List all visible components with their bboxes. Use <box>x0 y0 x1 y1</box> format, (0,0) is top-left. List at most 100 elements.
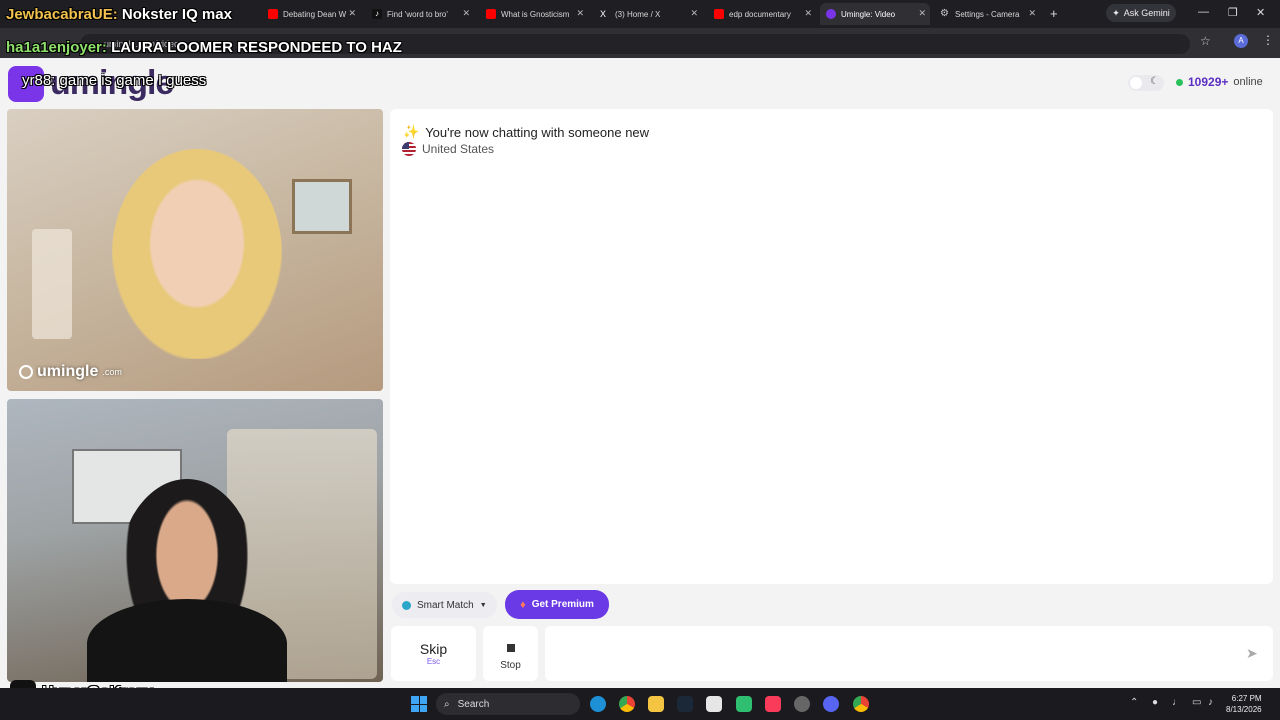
chat-panel: ✨ You're now chatting with someone new U… <box>390 109 1273 584</box>
new-tab-button[interactable]: + <box>1050 6 1058 21</box>
sparkle-icon: ✨ <box>403 124 420 139</box>
tiktok-icon: ♪ <box>372 9 382 19</box>
chat-username: ha1a1enjoyer: <box>6 39 107 56</box>
umingle-page: umingle ☾ 10929+ online umingle .com ✨ Y… <box>0 58 1280 688</box>
windows-start-icon[interactable] <box>411 696 427 712</box>
tab-label: Debating Dean W <box>283 9 347 19</box>
chrome-icon[interactable] <box>619 696 635 712</box>
toggle-knob <box>1130 77 1142 89</box>
globe-icon <box>402 600 411 610</box>
minimize-icon[interactable]: — <box>1198 6 1209 18</box>
discord-icon[interactable] <box>823 696 839 712</box>
self-video <box>7 399 383 682</box>
chat-status: ✨ You're now chatting with someone new <box>403 124 649 140</box>
chat-text: LAURA LOOMER RESPONDEED TO HAZ <box>111 39 402 56</box>
flame-icon: ♦ <box>520 598 526 611</box>
taskbar-search[interactable]: ⌕ Search <box>436 693 580 715</box>
ask-gemini-button[interactable]: ✦ Ask Gemini <box>1106 4 1176 22</box>
tab-umingle[interactable]: Umingle: Video ✕ <box>820 3 930 25</box>
wall-painting <box>292 179 352 234</box>
tab-edp-documentary[interactable]: edp documentary ✕ <box>708 3 816 25</box>
stream-chat-message: ha1a1enjoyer: LAURA LOOMER RESPONDEED TO… <box>6 39 402 56</box>
send-icon[interactable]: ➤ <box>1246 645 1258 662</box>
volume-icon[interactable]: ♪ <box>1208 697 1213 708</box>
tray-app-icon[interactable]: ● <box>1152 697 1158 708</box>
clock-date: 8/13/2026 <box>1226 705 1262 714</box>
chat-username: JewbacabraUE: <box>6 6 118 23</box>
network-icon[interactable]: ▭ <box>1192 697 1201 708</box>
stream-chat-message: JewbacabraUE: Nokster IQ max <box>6 6 232 23</box>
stranger-person <box>112 149 282 359</box>
door <box>32 229 72 339</box>
restore-icon[interactable]: ❐ <box>1228 6 1238 19</box>
tab-label: What is Gnosticism <box>501 9 570 19</box>
youtube-icon <box>268 9 278 19</box>
obs-icon[interactable] <box>794 696 810 712</box>
chrome-icon[interactable] <box>853 696 869 712</box>
tab-label: (3) Home / X <box>615 9 661 19</box>
get-premium-button[interactable]: ♦ Get Premium <box>505 590 609 619</box>
close-icon[interactable]: ✕ <box>576 8 584 19</box>
taskbar-clock[interactable]: 6:27 PM 8/13/2026 <box>1226 693 1262 715</box>
caret-down-icon: ▼ <box>479 601 487 609</box>
umingle-watermark-icon <box>19 365 33 379</box>
tab-settings-camera[interactable]: ⚙ Settings - Camera ✕ <box>934 3 1040 25</box>
ask-gemini-label: Ask Gemini <box>1123 8 1170 18</box>
profile-avatar[interactable]: A <box>1234 34 1248 48</box>
file-explorer-icon[interactable] <box>648 696 664 712</box>
skip-shortcut: Esc <box>426 657 441 666</box>
steam-icon[interactable] <box>677 696 693 712</box>
tab-label: Find 'word to bro' <box>387 9 448 19</box>
menu-kebab-icon[interactable]: ⋮ <box>1262 33 1274 47</box>
chevron-up-icon[interactable]: ⌃ <box>1130 697 1138 708</box>
close-icon[interactable]: ✕ <box>1028 8 1036 19</box>
umingle-icon <box>826 9 836 19</box>
music-icon[interactable] <box>765 696 781 712</box>
message-input[interactable] <box>545 626 1273 681</box>
tab-label: edp documentary <box>729 9 791 19</box>
capcut-icon[interactable] <box>706 696 722 712</box>
x-icon: X <box>600 9 607 19</box>
clock-time: 6:27 PM <box>1231 694 1262 703</box>
close-window-icon[interactable]: ✕ <box>1256 6 1265 19</box>
tab-find-word[interactable]: ♪ Find 'word to bro' ✕ <box>366 3 474 25</box>
us-flag-icon <box>402 142 416 156</box>
tab-debating-dean[interactable]: Debating Dean W ✕ <box>262 3 360 25</box>
online-count: 10929+ <box>1188 75 1229 89</box>
skip-button[interactable]: Skip Esc <box>391 626 476 681</box>
youtube-icon <box>714 9 724 19</box>
search-icon: ⌕ <box>444 698 450 710</box>
smart-match-label: Smart Match <box>417 599 474 611</box>
app-icon[interactable] <box>736 696 752 712</box>
stranger-video: umingle .com <box>7 109 383 391</box>
video-watermark: umingle .com <box>19 363 122 381</box>
tab-label: Settings - Camera <box>955 9 1020 19</box>
online-label: online <box>1233 76 1263 88</box>
microphone-icon[interactable]: ♩ <box>1172 697 1182 708</box>
stop-icon <box>506 644 515 652</box>
sparkle-icon: ✦ <box>1112 7 1120 18</box>
premium-label: Get Premium <box>531 599 594 610</box>
edge-icon[interactable] <box>590 696 606 712</box>
chat-text: Nokster IQ max <box>121 6 232 23</box>
close-icon[interactable]: ✕ <box>348 8 356 19</box>
tab-x-home[interactable]: X (3) Home / X ✕ <box>594 3 702 25</box>
close-icon[interactable]: ✕ <box>690 8 698 19</box>
stranger-country: United States <box>402 142 494 156</box>
close-icon[interactable]: ✕ <box>804 8 812 19</box>
stop-button[interactable]: Stop <box>483 626 538 681</box>
close-icon[interactable]: ✕ <box>462 8 470 19</box>
smart-match-dropdown[interactable]: Smart Match ▼ <box>392 592 497 618</box>
bookmark-star-icon[interactable]: ☆ <box>1200 34 1211 48</box>
online-dot-icon <box>1176 78 1183 86</box>
skip-label: Skip <box>419 641 448 657</box>
theme-toggle[interactable]: ☾ <box>1128 75 1164 91</box>
moon-icon: ☾ <box>1150 76 1159 87</box>
chat-status-text: You're now chatting with someone new <box>425 124 650 140</box>
gear-icon: ⚙ <box>940 8 949 19</box>
search-label: Search <box>457 698 490 710</box>
tab-gnosticism[interactable]: What is Gnosticism ✕ <box>480 3 588 25</box>
close-icon[interactable]: ✕ <box>918 8 926 19</box>
stop-label: Stop <box>500 660 521 671</box>
youtube-icon <box>486 9 496 19</box>
